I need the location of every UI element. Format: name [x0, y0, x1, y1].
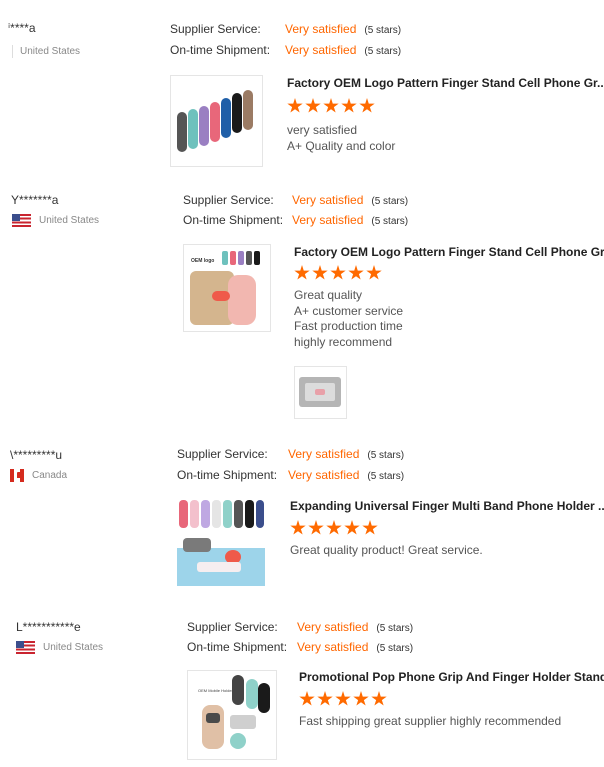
review-item: \*********u Canada Supplier Service: Ver…	[0, 430, 604, 610]
review-comment: Great quality product! Great service.	[290, 543, 483, 559]
rating-value: Very satisfied	[292, 213, 364, 227]
review-stars	[294, 265, 384, 281]
comment-line: A+ customer service	[294, 303, 404, 318]
rating-stars-text: (5 stars)	[371, 196, 409, 207]
star-icon	[366, 265, 382, 280]
star-icon	[294, 265, 310, 280]
star-icon	[344, 520, 360, 535]
country-name: United States	[39, 215, 100, 226]
product-thumbnail[interactable]	[177, 498, 265, 586]
rating-stars-text: (5 stars)	[367, 471, 405, 482]
supplier-service-label: Supplier Service:	[170, 22, 261, 36]
star-icon	[335, 691, 351, 706]
review-item: L***********e United States Supplier Ser…	[0, 610, 604, 767]
ontime-shipment-label: On-time Shipment:	[177, 468, 278, 482]
product-thumbnail[interactable]: OEM logo	[183, 244, 271, 332]
review-comment: Great quality A+ customer service Fast p…	[294, 288, 403, 350]
rating-value: Very satisfied	[285, 22, 357, 36]
star-icon	[371, 691, 387, 706]
star-icon	[299, 691, 315, 706]
country-name: United States	[20, 46, 81, 57]
canada-flag-icon	[10, 469, 24, 482]
rating-stars-text: (5 stars)	[376, 643, 414, 654]
star-icon	[305, 98, 321, 113]
comment-line: highly recommend	[294, 334, 393, 349]
ontime-shipment-rating: On-time Shipment: Very satisfied (5 star…	[183, 213, 408, 227]
star-icon	[317, 691, 333, 706]
review-stars	[290, 520, 380, 536]
star-icon	[312, 265, 328, 280]
thumbnail-caption: OEM logo	[191, 258, 215, 264]
buyer-country: United States	[12, 45, 80, 58]
supplier-service-rating: Supplier Service: Very satisfied (5 star…	[183, 193, 408, 207]
star-icon	[290, 520, 306, 535]
comment-line: Fast shipping great supplier highly reco…	[299, 714, 562, 728]
supplier-service-rating: Supplier Service: Very satisfied (5 star…	[187, 620, 413, 634]
review-item: Y*******a United States Supplier Service…	[0, 180, 604, 430]
rating-stars-text: (5 stars)	[364, 46, 402, 57]
review-comment: very satisfied A+ Quality and color	[287, 123, 395, 154]
product-thumbnail[interactable]	[170, 75, 263, 167]
thumbnail-caption: OEM Mobile Holder	[198, 688, 233, 693]
rating-value: Very satisfied	[292, 193, 364, 207]
comment-line: Fast production time	[294, 319, 403, 333]
review-item: ⁱ****a United States Supplier Service: V…	[0, 0, 604, 180]
buyer-country: United States	[12, 214, 99, 227]
rating-stars-text: (5 stars)	[371, 216, 409, 227]
star-icon	[326, 520, 342, 535]
comment-line: A+ Quality and color	[287, 138, 396, 153]
supplier-service-rating: Supplier Service: Very satisfied (5 star…	[177, 447, 404, 461]
review-photo[interactable]	[294, 366, 347, 419]
supplier-service-label: Supplier Service:	[183, 193, 274, 207]
product-title-link[interactable]: Expanding Universal Finger Multi Band Ph…	[290, 499, 604, 513]
us-flag-icon	[12, 214, 31, 227]
product-title-link[interactable]: Factory OEM Logo Pattern Finger Stand Ce…	[287, 76, 604, 90]
buyer-name: Y*******a	[11, 193, 59, 207]
buyer-country: United States	[16, 641, 103, 654]
rating-stars-text: (5 stars)	[364, 25, 402, 36]
rating-value: Very satisfied	[297, 620, 369, 634]
rating-value: Very satisfied	[288, 447, 360, 461]
star-icon	[341, 98, 357, 113]
ontime-shipment-rating: On-time Shipment: Very satisfied (5 star…	[177, 468, 404, 482]
review-stars	[299, 691, 389, 707]
product-title-link[interactable]: Promotional Pop Phone Grip And Finger Ho…	[299, 670, 604, 684]
ontime-shipment-label: On-time Shipment:	[187, 640, 288, 654]
review-comment: Fast shipping great supplier highly reco…	[299, 714, 561, 730]
star-icon	[353, 691, 369, 706]
star-icon	[308, 520, 324, 535]
comment-line: Great quality product! Great service.	[290, 543, 483, 557]
star-icon	[287, 98, 303, 113]
comment-line: very satisfied	[287, 123, 358, 137]
review-stars	[287, 98, 377, 114]
rating-stars-text: (5 stars)	[376, 623, 414, 634]
ontime-shipment-rating: On-time Shipment: Very satisfied (5 star…	[170, 43, 401, 57]
buyer-name: \*********u	[10, 448, 63, 462]
product-title-link[interactable]: Factory OEM Logo Pattern Finger Stand Ce…	[294, 245, 604, 259]
buyer-country: Canada	[10, 469, 67, 482]
star-icon	[359, 98, 375, 113]
rating-value: Very satisfied	[285, 43, 357, 57]
comment-line: Great quality	[294, 288, 363, 302]
ontime-shipment-label: On-time Shipment:	[183, 213, 284, 227]
product-thumbnail[interactable]: OEM Mobile Holder	[187, 670, 277, 760]
country-name: Canada	[32, 470, 68, 481]
ontime-shipment-rating: On-time Shipment: Very satisfied (5 star…	[187, 640, 413, 654]
star-icon	[330, 265, 346, 280]
rating-stars-text: (5 stars)	[367, 450, 405, 461]
star-icon	[348, 265, 364, 280]
supplier-service-rating: Supplier Service: Very satisfied (5 star…	[170, 22, 401, 36]
buyer-name: L***********e	[16, 620, 81, 634]
flag-icon	[12, 45, 13, 58]
star-icon	[362, 520, 378, 535]
star-icon	[323, 98, 339, 113]
us-flag-icon	[16, 641, 35, 654]
rating-value: Very satisfied	[288, 468, 360, 482]
ontime-shipment-label: On-time Shipment:	[170, 43, 271, 57]
country-name: United States	[43, 642, 104, 653]
rating-value: Very satisfied	[297, 640, 369, 654]
supplier-service-label: Supplier Service:	[177, 447, 268, 461]
supplier-service-label: Supplier Service:	[187, 620, 278, 634]
buyer-name: ⁱ****a	[8, 21, 36, 35]
